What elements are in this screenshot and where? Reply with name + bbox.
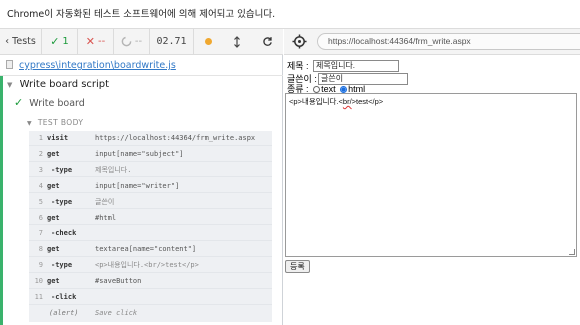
- command-number: 4: [38, 181, 43, 190]
- command-name: visit: [47, 134, 69, 142]
- command-name: (alert): [49, 308, 79, 317]
- command-number: 8: [38, 245, 43, 254]
- command-message: textarea[name="content"]: [95, 245, 197, 254]
- command-message: 글쓴이: [95, 197, 115, 206]
- command-name: -type: [51, 165, 73, 174]
- command-number: 7: [38, 229, 43, 238]
- command-row[interactable]: 11 -click: [29, 290, 272, 305]
- subject-row: 제목 :: [287, 60, 309, 73]
- scroll-toggle-icon[interactable]: [233, 35, 241, 48]
- tests-nav-button[interactable]: ‹ Tests: [0, 28, 42, 55]
- url-display[interactable]: https://localhost:44364/frm_write.aspx: [317, 33, 580, 50]
- run-duration: 02.71: [150, 28, 194, 55]
- reporter-controls: [194, 29, 283, 55]
- command-message: #saveButton: [95, 277, 142, 286]
- write-form: 제목 : 제목입니다. 글쓴이 : 글쓴이 종류 : text html <p>…: [284, 55, 580, 325]
- test-title: Write board: [29, 98, 85, 109]
- reporter-header: ‹ Tests ✓ 1 ✕ -- -- 02.71: [0, 28, 283, 55]
- runnable-tree: ▼ Write board script ✓ Write board ▼ TES…: [0, 76, 283, 325]
- suite-item[interactable]: ▼ Write board script: [0, 76, 283, 94]
- command-row[interactable]: (alert) Save click: [29, 306, 272, 321]
- test-body-header[interactable]: ▼ TEST BODY: [27, 118, 83, 127]
- resize-grip-icon[interactable]: [569, 249, 575, 255]
- subject-input[interactable]: 제목입니다.: [313, 60, 399, 72]
- command-row[interactable]: 10 get #saveButton: [29, 274, 272, 289]
- command-row[interactable]: 7 -check: [29, 226, 272, 242]
- save-button[interactable]: 등록: [285, 260, 310, 273]
- content-textarea[interactable]: <p>내용입니다.<br/>test</p>: [285, 93, 577, 257]
- radio-text[interactable]: [313, 86, 321, 93]
- command-number: 10: [34, 277, 43, 286]
- spinner-icon: [121, 36, 132, 47]
- passed-count: ✓ 1: [42, 28, 78, 55]
- failed-count: ✕ --: [78, 28, 114, 55]
- selector-playground-crosshair-icon[interactable]: [292, 34, 307, 49]
- rerun-icon[interactable]: [262, 36, 273, 47]
- command-number: 2: [38, 149, 43, 158]
- command-message: Save click: [95, 308, 138, 317]
- command-number: 1: [38, 134, 43, 142]
- check-icon: ✓: [14, 96, 24, 109]
- command-name: get: [47, 245, 60, 254]
- pending-count: --: [114, 28, 150, 55]
- aut-panel: https://localhost:44364/frm_write.aspx 제…: [284, 29, 580, 325]
- command-row[interactable]: 2 get input[name="subject"]: [29, 147, 272, 162]
- command-number: 5: [38, 197, 43, 206]
- command-number: 3: [38, 165, 43, 174]
- command-number: 11: [34, 293, 43, 301]
- content-text-end: >test</p>: [351, 97, 384, 106]
- duration-value: 02.71: [156, 36, 187, 47]
- command-name: -check: [51, 229, 77, 238]
- content-text-start: <p>내용입니다.<: [289, 97, 343, 106]
- command-log-panel: ‹ Tests ✓ 1 ✕ -- -- 02.71 cypress\integr…: [0, 28, 283, 325]
- failed-value: --: [98, 36, 106, 47]
- subject-label: 제목 :: [287, 61, 309, 71]
- test-body: ▼ TEST BODY 1 visit https://localhost:4436…: [0, 112, 283, 325]
- command-list: 1 visit https://localhost:44364/frm_write.…: [29, 131, 272, 322]
- status-dot-icon: [204, 38, 212, 45]
- x-icon: ✕: [85, 35, 95, 48]
- aut-url-bar: https://localhost:44364/frm_write.aspx: [284, 29, 580, 55]
- command-message: 제목입니다.: [95, 165, 132, 174]
- command-message: input[name="writer"]: [95, 181, 180, 190]
- command-name: get: [47, 149, 60, 158]
- command-row[interactable]: 4 get input[name="writer"]: [29, 179, 272, 194]
- command-message: input[name="subject"]: [95, 149, 184, 158]
- chevron-left-icon: ‹: [5, 36, 10, 47]
- caret-down-icon: ▼: [27, 120, 33, 127]
- content-text-spellcheck: br/: [342, 97, 352, 106]
- command-name: -type: [51, 197, 73, 206]
- command-message: <p>내용입니다.<br/>test</p>: [95, 261, 199, 270]
- test-body-label: TEST BODY: [37, 118, 84, 127]
- command-number: 6: [38, 213, 43, 222]
- tests-label: Tests: [12, 36, 36, 47]
- command-name: -type: [51, 261, 73, 270]
- spec-file-bar: cypress\integration\boardwrite.js: [0, 55, 283, 76]
- passed-value: 1: [62, 36, 69, 47]
- command-row[interactable]: 8 get textarea[name="content"]: [29, 242, 272, 257]
- command-row[interactable]: 1 visit https://localhost:44364/frm_write.…: [29, 131, 272, 146]
- pending-value: --: [134, 36, 143, 47]
- infobar-message: Chrome이 자동화된 테스트 소프트웨어에 의해 제어되고 있습니다.: [7, 9, 276, 20]
- command-name: -click: [51, 293, 77, 301]
- caret-down-icon: ▼: [7, 81, 13, 89]
- check-icon: ✓: [50, 35, 60, 48]
- radio-html[interactable]: [340, 86, 348, 93]
- command-message: https://localhost:44364/frm_write.aspx: [95, 134, 256, 142]
- command-name: get: [47, 277, 60, 286]
- file-icon: [6, 60, 13, 69]
- spec-path-link[interactable]: cypress\integration\boardwrite.js: [19, 60, 176, 71]
- suite-title: Write board script: [19, 79, 110, 90]
- command-message: #html: [95, 213, 117, 222]
- command-name: get: [47, 213, 60, 222]
- command-number: 9: [38, 261, 43, 270]
- command-row[interactable]: 6 get #html: [29, 211, 272, 226]
- test-item[interactable]: ✓ Write board: [0, 94, 283, 112]
- command-row[interactable]: 3 -type 제목입니다.: [29, 163, 272, 178]
- command-row[interactable]: 5 -type 글쓴이: [29, 195, 272, 210]
- command-row[interactable]: 9 -type <p>내용입니다.<br/>test</p>: [29, 258, 272, 273]
- command-name: get: [47, 181, 60, 190]
- automation-infobar: Chrome이 자동화된 테스트 소프트웨어에 의해 제어되고 있습니다.: [0, 0, 580, 29]
